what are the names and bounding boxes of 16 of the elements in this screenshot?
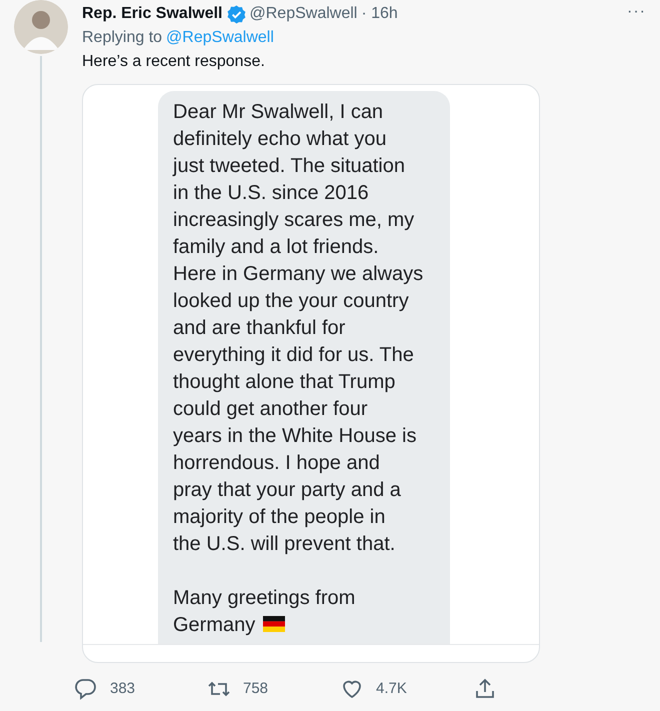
like-button[interactable]: 4.7K [340, 677, 473, 701]
avatar[interactable] [14, 0, 68, 54]
speech-bubble-icon [74, 677, 98, 701]
reply-button[interactable]: 383 [74, 677, 207, 701]
message-text: Dear Mr Swalwell, I can definitely echo what you just tweeted. The situation in the U.S. since 2016 increasingly scares me, my family and a lot friends. Here in Germany we always looked up the your country and are thankful for everything it did for us. The thought alone that Trump could get another four years in the White House is horrendous. I hope and pray that your party and a majority of the people in the U.S. will prevent that. [173, 100, 424, 557]
share-button[interactable] [473, 677, 497, 701]
retweet-button[interactable]: 758 [207, 677, 340, 701]
tweet-text: Here’s a recent response. [82, 52, 266, 72]
replying-label: Replying to [82, 28, 162, 48]
share-icon [473, 677, 497, 701]
message-text: Many greetings from Germany [173, 586, 356, 638]
more-button[interactable]: ··· [627, 0, 646, 24]
user-handle[interactable]: @RepSwalwell [250, 2, 358, 26]
media-card[interactable] [82, 84, 540, 663]
timestamp[interactable]: · 16h [361, 2, 398, 26]
author-name[interactable]: Rep. Eric Swalwell [82, 2, 222, 26]
